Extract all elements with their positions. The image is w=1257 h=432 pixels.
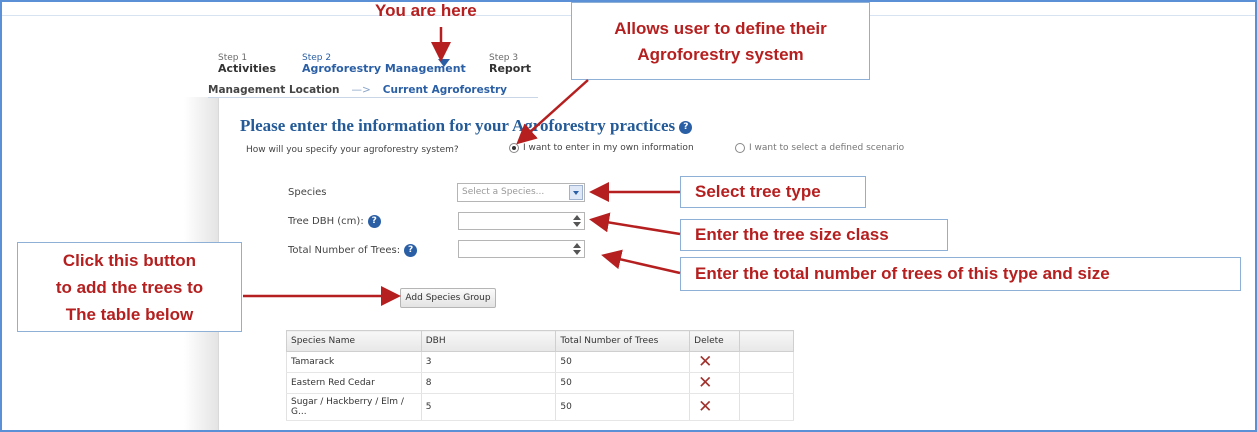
arrow-total-number <box>601 249 681 275</box>
arrow-tree-size-class <box>589 212 681 236</box>
annotation-arrows <box>243 27 681 306</box>
screenshot-frame: Step 1 Activities Step 2 Agroforestry Ma… <box>0 0 1257 432</box>
arrow-allows-define <box>516 79 589 145</box>
